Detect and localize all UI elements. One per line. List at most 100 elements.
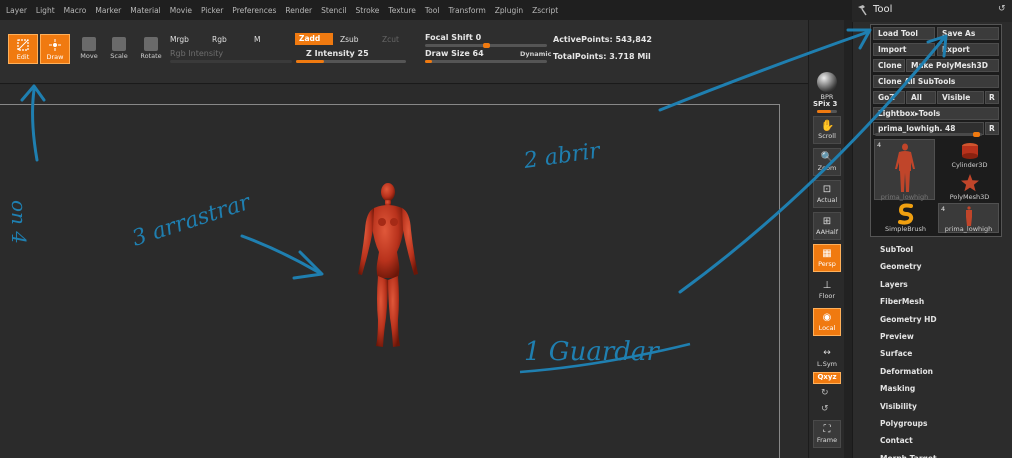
goz-r-button[interactable]: R bbox=[985, 91, 999, 104]
draw-size-track[interactable] bbox=[425, 60, 547, 63]
clone-all-subtools-button[interactable]: Clone All SubTools bbox=[873, 75, 999, 88]
menu-item-stroke[interactable]: Stroke bbox=[356, 6, 380, 15]
floor-button[interactable]: ⊥ Floor bbox=[813, 276, 841, 304]
tool-thumb-figure-icon bbox=[895, 143, 915, 192]
menu-item-material[interactable]: Material bbox=[130, 6, 160, 15]
human-figure-model[interactable] bbox=[350, 180, 430, 350]
hand-icon: ✋ bbox=[820, 119, 835, 132]
spix-track[interactable] bbox=[817, 110, 837, 113]
goz-all-button[interactable]: All bbox=[906, 91, 936, 104]
section-preview[interactable]: Preview bbox=[880, 332, 914, 341]
move-button[interactable]: Move bbox=[74, 34, 104, 64]
cylinder-icon bbox=[962, 143, 978, 159]
tool-palette-header: Tool ↺ bbox=[852, 0, 1012, 22]
z-intensity-fill bbox=[296, 60, 324, 63]
rotate-button[interactable]: Rotate bbox=[136, 34, 166, 64]
tool-thumb-cylinder[interactable]: Cylinder3D bbox=[938, 139, 999, 171]
bpr-sphere-icon bbox=[817, 72, 837, 92]
tool-thumb-prima[interactable]: 4 prima_lowhigh bbox=[874, 139, 935, 201]
menu-item-transform[interactable]: Transform bbox=[448, 6, 485, 15]
zadd-toggle[interactable]: Zadd bbox=[295, 33, 333, 45]
load-tool-button[interactable]: Load Tool bbox=[873, 27, 935, 40]
focal-shift-track[interactable] bbox=[425, 43, 547, 48]
export-button[interactable]: Export bbox=[937, 43, 999, 56]
spix-fill bbox=[817, 110, 831, 113]
make-polymesh-button[interactable]: Make PolyMesh3D bbox=[906, 59, 999, 72]
frame-button[interactable]: ⛶ Frame bbox=[813, 420, 841, 448]
menu-item-picker[interactable]: Picker bbox=[201, 6, 223, 15]
section-masking[interactable]: Masking bbox=[880, 384, 915, 393]
draw-button[interactable]: Draw bbox=[40, 34, 70, 64]
scale-button[interactable]: Scale bbox=[104, 34, 134, 64]
section-visibility[interactable]: Visibility bbox=[880, 402, 917, 411]
section-surface[interactable]: Surface bbox=[880, 349, 912, 358]
scale-label: Scale bbox=[110, 52, 128, 60]
menu-item-layer[interactable]: Layer bbox=[6, 6, 27, 15]
section-geometry-hd[interactable]: Geometry HD bbox=[880, 315, 937, 324]
import-button[interactable]: Import bbox=[873, 43, 935, 56]
zsub-toggle[interactable]: Zsub bbox=[336, 34, 363, 46]
menu-item-zplugin[interactable]: Zplugin bbox=[495, 6, 523, 15]
scroll-button[interactable]: ✋ Scroll bbox=[813, 116, 841, 144]
spix-slider[interactable]: SPix 3 bbox=[813, 100, 837, 108]
rgb-intensity-track[interactable] bbox=[170, 60, 292, 63]
menu-item-movie[interactable]: Movie bbox=[170, 6, 192, 15]
section-layers[interactable]: Layers bbox=[880, 280, 908, 289]
clone-button[interactable]: Clone bbox=[873, 59, 905, 72]
focal-shift-knob bbox=[483, 43, 490, 48]
palette-reset-icon[interactable]: ↺ bbox=[998, 4, 1006, 14]
shelf-scrollbar[interactable] bbox=[844, 20, 852, 458]
z-intensity-track[interactable] bbox=[296, 60, 406, 63]
local-button[interactable]: ◉ Local bbox=[813, 308, 841, 336]
current-tool-r-button[interactable]: R bbox=[985, 122, 999, 135]
lightbox-tools-button[interactable]: Lightbox▸Tools bbox=[873, 107, 999, 120]
menu-item-texture[interactable]: Texture bbox=[388, 6, 415, 15]
current-tool-track[interactable] bbox=[875, 132, 982, 137]
rotate-y-icon[interactable]: ↻ bbox=[821, 388, 829, 398]
rgb-intensity-slider[interactable]: Rgb Intensity bbox=[170, 49, 223, 58]
rotate-z-icon[interactable]: ↺ bbox=[821, 404, 829, 414]
section-polygroups[interactable]: Polygroups bbox=[880, 419, 928, 428]
menu-item-tool[interactable]: Tool bbox=[425, 6, 440, 15]
save-as-button[interactable]: Save As bbox=[937, 27, 999, 40]
menu-item-light[interactable]: Light bbox=[36, 6, 55, 15]
menu-item-preferences[interactable]: Preferences bbox=[232, 6, 276, 15]
menu-item-marker[interactable]: Marker bbox=[95, 6, 121, 15]
section-contact[interactable]: Contact bbox=[880, 436, 913, 445]
zoom-button[interactable]: 🔍 Zoom bbox=[813, 148, 841, 176]
actual-button[interactable]: ⊡ Actual bbox=[813, 180, 841, 208]
aahalf-button[interactable]: ⊞ AAHalf bbox=[813, 212, 841, 240]
dynamic-toggle[interactable]: Dynamic bbox=[520, 50, 552, 58]
section-morph-target[interactable]: Morph Target bbox=[880, 454, 937, 458]
xyz-button[interactable]: Qxyz bbox=[813, 372, 841, 384]
goz-visible-button[interactable]: Visible bbox=[937, 91, 984, 104]
z-intensity-label: Z Intensity bbox=[306, 49, 355, 58]
section-geometry[interactable]: Geometry bbox=[880, 262, 921, 271]
zcut-toggle[interactable]: Zcut bbox=[378, 34, 403, 46]
goz-button[interactable]: GoZ bbox=[873, 91, 905, 104]
edit-button[interactable]: Edit bbox=[8, 34, 38, 64]
menu-item-stencil[interactable]: Stencil bbox=[321, 6, 346, 15]
persp-button[interactable]: ▦ Persp bbox=[813, 244, 841, 272]
frame-label: Frame bbox=[816, 436, 838, 444]
cylinder-label: Cylinder3D bbox=[951, 161, 988, 169]
focal-shift-slider[interactable]: Focal Shift 0 bbox=[425, 33, 481, 42]
draw-size-slider[interactable]: Draw Size 64 bbox=[425, 49, 484, 58]
z-intensity-slider[interactable]: Z Intensity 25 bbox=[306, 49, 369, 58]
menu-item-zscript[interactable]: Zscript bbox=[532, 6, 558, 15]
mrgb-toggle[interactable]: Mrgb bbox=[166, 34, 193, 46]
section-deformation[interactable]: Deformation bbox=[880, 367, 933, 376]
current-tool-knob bbox=[973, 132, 980, 137]
simplebrush-icon bbox=[898, 203, 914, 225]
menu-item-macro[interactable]: Macro bbox=[64, 6, 87, 15]
tool-thumb-simplebrush[interactable]: SimpleBrush bbox=[874, 202, 935, 234]
tool-thumb-polymesh[interactable]: PolyMesh3D bbox=[938, 171, 999, 201]
tool-thumb-prima-small[interactable]: 4 prima_lowhigh bbox=[938, 203, 999, 233]
persp-label: Persp bbox=[818, 260, 836, 268]
m-toggle[interactable]: M bbox=[250, 34, 264, 46]
menu-item-render[interactable]: Render bbox=[285, 6, 312, 15]
section-fibermesh[interactable]: FiberMesh bbox=[880, 297, 924, 306]
section-subtool[interactable]: SubTool bbox=[880, 245, 913, 254]
rgb-toggle[interactable]: Rgb bbox=[208, 34, 231, 46]
lsym-button[interactable]: ↔ L.Sym bbox=[813, 344, 841, 372]
